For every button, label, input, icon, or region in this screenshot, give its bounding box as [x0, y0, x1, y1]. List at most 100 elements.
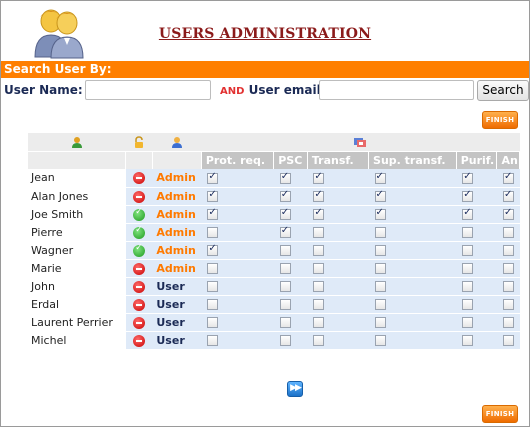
- permission-checkbox[interactable]: [502, 299, 514, 310]
- blocked-status-icon[interactable]: [133, 280, 146, 293]
- permission-checkbox[interactable]: [462, 171, 474, 184]
- finish-button-top[interactable]: FINISH: [482, 111, 518, 129]
- permission-checkbox[interactable]: [207, 189, 219, 202]
- role-label[interactable]: User: [152, 313, 202, 332]
- permission-checkbox[interactable]: [374, 245, 386, 256]
- search-button[interactable]: Search: [477, 80, 529, 101]
- status-cell: [125, 313, 153, 332]
- permission-cell: [496, 223, 520, 242]
- role-label[interactable]: Admin: [152, 259, 202, 278]
- role-label[interactable]: User: [152, 277, 202, 296]
- blocked-status-icon[interactable]: [133, 316, 146, 329]
- username-label: User Name:: [4, 83, 83, 97]
- permission-checkbox[interactable]: [462, 245, 474, 256]
- role-label[interactable]: User: [152, 295, 202, 314]
- permission-checkbox[interactable]: [462, 207, 474, 220]
- permission-checkbox[interactable]: [462, 335, 474, 346]
- permission-checkbox[interactable]: [502, 245, 514, 256]
- next-page-button[interactable]: ▶▶: [287, 381, 303, 397]
- permission-checkbox[interactable]: [374, 317, 386, 328]
- permission-checkbox[interactable]: [462, 281, 474, 292]
- permission-checkbox[interactable]: [502, 227, 514, 238]
- permission-checkbox[interactable]: [462, 317, 474, 328]
- permission-checkbox[interactable]: [313, 171, 325, 184]
- blocked-status-icon[interactable]: [133, 190, 146, 203]
- permission-checkbox[interactable]: [313, 281, 325, 292]
- role-label[interactable]: Admin: [152, 205, 202, 224]
- permission-checkbox[interactable]: [207, 243, 219, 256]
- permission-cell: [456, 223, 497, 242]
- permission-checkbox[interactable]: [279, 189, 291, 202]
- column-header: Transf.: [307, 151, 370, 169]
- permission-checkbox[interactable]: [313, 189, 325, 202]
- blocked-status-icon[interactable]: [133, 334, 146, 347]
- role-label[interactable]: Admin: [152, 187, 202, 206]
- permission-checkbox[interactable]: [374, 189, 386, 202]
- permission-checkbox[interactable]: [279, 299, 291, 310]
- permission-checkbox[interactable]: [313, 263, 325, 274]
- permission-checkbox[interactable]: [207, 263, 219, 274]
- role-label[interactable]: Admin: [152, 241, 202, 260]
- active-status-icon[interactable]: [133, 225, 146, 239]
- permission-checkbox[interactable]: [279, 281, 291, 292]
- permission-checkbox[interactable]: [207, 171, 219, 184]
- permission-checkbox[interactable]: [374, 227, 386, 238]
- permission-checkbox[interactable]: [502, 207, 514, 220]
- permission-checkbox[interactable]: [374, 299, 386, 310]
- permission-checkbox[interactable]: [279, 245, 291, 256]
- permission-checkbox[interactable]: [207, 207, 219, 220]
- permission-checkbox[interactable]: [462, 263, 474, 274]
- permission-checkbox[interactable]: [502, 189, 514, 202]
- permission-checkbox[interactable]: [207, 299, 219, 310]
- permission-checkbox[interactable]: [462, 189, 474, 202]
- permission-checkbox[interactable]: [207, 317, 219, 328]
- permission-checkbox[interactable]: [279, 317, 291, 328]
- permission-checkbox[interactable]: [374, 171, 386, 184]
- active-status-icon[interactable]: [133, 207, 146, 221]
- permission-cell: [368, 169, 457, 188]
- permission-checkbox[interactable]: [313, 299, 325, 310]
- permission-checkbox[interactable]: [502, 281, 514, 292]
- header-blank-cell: [28, 151, 127, 169]
- permission-checkbox[interactable]: [279, 225, 291, 238]
- permission-checkbox[interactable]: [313, 245, 325, 256]
- search-section-title: Search User By:: [1, 61, 529, 78]
- permission-checkbox[interactable]: [279, 335, 291, 346]
- role-label[interactable]: User: [152, 331, 202, 350]
- permission-checkbox[interactable]: [207, 227, 219, 238]
- header-admin-cell: [152, 133, 202, 152]
- permission-checkbox[interactable]: [313, 335, 325, 346]
- permission-checkbox[interactable]: [279, 171, 291, 184]
- email-input[interactable]: [319, 80, 474, 100]
- permission-checkbox[interactable]: [502, 171, 514, 184]
- permission-checkbox[interactable]: [313, 207, 325, 220]
- permission-checkbox[interactable]: [462, 299, 474, 310]
- role-label[interactable]: Admin: [152, 169, 202, 188]
- permission-checkbox[interactable]: [502, 317, 514, 328]
- username-input[interactable]: [85, 80, 211, 100]
- blocked-status-icon[interactable]: [133, 262, 146, 275]
- permission-cell: [201, 187, 274, 206]
- lock-icon: [135, 136, 144, 149]
- permission-checkbox[interactable]: [462, 227, 474, 238]
- permission-checkbox[interactable]: [279, 263, 291, 274]
- permission-checkbox[interactable]: [502, 263, 514, 274]
- role-label[interactable]: Admin: [152, 223, 202, 242]
- table-row: Erdal User: [28, 295, 520, 314]
- permission-checkbox[interactable]: [207, 281, 219, 292]
- blocked-status-icon[interactable]: [133, 172, 146, 185]
- permission-checkbox[interactable]: [374, 281, 386, 292]
- admin-person-icon: [171, 137, 182, 149]
- permission-checkbox[interactable]: [279, 207, 291, 220]
- permission-checkbox[interactable]: [502, 335, 514, 346]
- blocked-status-icon[interactable]: [133, 298, 146, 311]
- permission-checkbox[interactable]: [313, 317, 325, 328]
- permission-checkbox[interactable]: [207, 335, 219, 346]
- permission-checkbox[interactable]: [374, 335, 386, 346]
- finish-button-bottom[interactable]: FINISH: [482, 405, 518, 423]
- permission-checkbox[interactable]: [374, 207, 386, 220]
- active-status-icon[interactable]: [133, 243, 146, 257]
- permission-cell: [368, 331, 457, 350]
- permission-checkbox[interactable]: [374, 263, 386, 274]
- permission-checkbox[interactable]: [313, 227, 325, 238]
